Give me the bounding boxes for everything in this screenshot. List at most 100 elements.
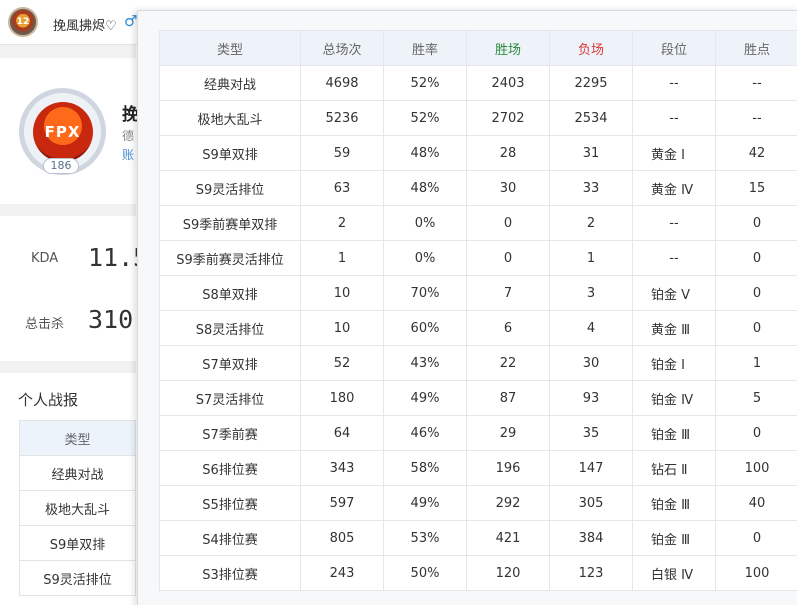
cell-total: 63 [300, 170, 384, 206]
cell-losses: 31 [549, 135, 633, 171]
cell-lp: 100 [715, 450, 797, 486]
col-header-type: 类型 [159, 30, 301, 66]
cell-total: 343 [300, 450, 384, 486]
cell-lp: 0 [715, 520, 797, 556]
cell-total: 2 [300, 205, 384, 241]
cell-type: S6排位赛 [159, 450, 301, 486]
cell-rank: 黄金 Ⅲ [632, 310, 716, 346]
cell-type: 极地大乱斗 [159, 100, 301, 136]
cell-winrate: 49% [383, 485, 467, 521]
cell-losses: 2295 [549, 65, 633, 101]
cell-lp: 42 [715, 135, 797, 171]
cell-total: 5236 [300, 100, 384, 136]
col-header-lp: 胜点 [715, 30, 797, 66]
report-row[interactable]: S9灵活排位 [19, 560, 136, 596]
cell-lp: 1 [715, 345, 797, 381]
gray-divider [0, 45, 136, 58]
cell-losses: 2 [549, 205, 633, 241]
cell-losses: 147 [549, 450, 633, 486]
cell-total: 59 [300, 135, 384, 171]
col-header-losses: 负场 [549, 30, 633, 66]
profile-account-link[interactable]: 账 [122, 146, 134, 163]
cell-lp: 0 [715, 205, 797, 241]
cell-losses: 33 [549, 170, 633, 206]
col-header-wins: 胜场 [466, 30, 550, 66]
header-avatar[interactable]: 12 [8, 7, 38, 37]
report-row[interactable]: 极地大乱斗 [19, 490, 136, 526]
cell-losses: 384 [549, 520, 633, 556]
profile-card: FPX 186 挽 德 账 [0, 58, 139, 204]
cell-winrate: 49% [383, 380, 467, 416]
cell-winrate: 52% [383, 100, 467, 136]
cell-type: S5排位赛 [159, 485, 301, 521]
cell-rank: 白银 Ⅳ [632, 555, 716, 591]
report-row[interactable]: 经典对战 [19, 455, 136, 491]
cell-winrate: 52% [383, 65, 467, 101]
table-row: 极地大乱斗 5236 52% 2702 2534 -- -- [159, 100, 797, 136]
cell-type: S3排位赛 [159, 555, 301, 591]
cell-type: S7季前赛 [159, 415, 301, 451]
table-header-row: 类型 总场次 胜率 胜场 负场 段位 胜点 [159, 30, 797, 66]
gray-divider [0, 361, 136, 373]
report-row[interactable]: S9单双排 [19, 525, 136, 561]
cell-total: 10 [300, 275, 384, 311]
cell-losses: 3 [549, 275, 633, 311]
stats-popup: 类型 总场次 胜率 胜场 负场 段位 胜点 经典对战 4698 52% 2403 229… [137, 10, 797, 605]
col-header-rank: 段位 [632, 30, 716, 66]
cell-total: 64 [300, 415, 384, 451]
cell-wins: 87 [466, 380, 550, 416]
cell-lp: -- [715, 65, 797, 101]
table-row: S5排位赛 597 49% 292 305 铂金 Ⅲ 40 [159, 485, 797, 521]
cell-rank: 铂金 Ⅰ [632, 345, 716, 381]
cell-rank: 黄金 Ⅰ [632, 135, 716, 171]
cell-type: S9季前赛单双排 [159, 205, 301, 241]
cell-wins: 0 [466, 205, 550, 241]
cell-rank: 铂金 Ⅳ [632, 380, 716, 416]
cell-total: 243 [300, 555, 384, 591]
table-row: S3排位赛 243 50% 120 123 白银 Ⅳ 100 [159, 555, 797, 591]
cell-rank: 铂金 Ⅲ [632, 485, 716, 521]
cell-winrate: 53% [383, 520, 467, 556]
cell-wins: 28 [466, 135, 550, 171]
cell-winrate: 50% [383, 555, 467, 591]
report-table: 类型 经典对战 极地大乱斗 S9单双排 S9灵活排位 [19, 420, 136, 596]
table-row: S6排位赛 343 58% 196 147 钻石 Ⅱ 100 [159, 450, 797, 486]
table-row: S9季前赛灵活排位 1 0% 0 1 -- 0 [159, 240, 797, 276]
male-gender-icon: ♂ [124, 12, 138, 30]
kills-label: 总击杀 [25, 317, 65, 332]
cell-rank: -- [632, 65, 716, 101]
cell-type: S9季前赛灵活排位 [159, 240, 301, 276]
cell-wins: 2702 [466, 100, 550, 136]
cell-losses: 30 [549, 345, 633, 381]
cell-losses: 2534 [549, 100, 633, 136]
header-nickname[interactable]: 挽風拂烬♡ [53, 15, 117, 34]
col-header-winrate: 胜率 [383, 30, 467, 66]
cell-lp: 0 [715, 310, 797, 346]
cell-wins: 196 [466, 450, 550, 486]
profile-server: 德 [122, 129, 135, 143]
cell-total: 805 [300, 520, 384, 556]
cell-winrate: 0% [383, 205, 467, 241]
cell-rank: -- [632, 100, 716, 136]
cell-wins: 0 [466, 240, 550, 276]
cell-losses: 123 [549, 555, 633, 591]
cell-type: S7灵活排位 [159, 380, 301, 416]
cell-rank: 黄金 Ⅳ [632, 170, 716, 206]
cell-type: S9灵活排位 [159, 170, 301, 206]
cell-lp: 0 [715, 275, 797, 311]
cell-lp: 5 [715, 380, 797, 416]
table-row: S8单双排 10 70% 7 3 铂金 Ⅴ0 [159, 275, 797, 311]
cell-rank: 钻石 Ⅱ [632, 450, 716, 486]
stats-table-body: 经典对战 4698 52% 2403 2295 -- -- 极地大乱斗 5236 52% 2702 2… [159, 65, 797, 591]
stats-table: 类型 总场次 胜率 胜场 负场 段位 胜点 经典对战 4698 52% 2403 229… [159, 30, 797, 591]
gray-divider [0, 204, 136, 216]
cell-winrate: 0% [383, 240, 467, 276]
cell-total: 10 [300, 310, 384, 346]
cell-type: S8灵活排位 [159, 310, 301, 346]
cell-losses: 1 [549, 240, 633, 276]
cell-rank: -- [632, 240, 716, 276]
cell-wins: 2403 [466, 65, 550, 101]
table-row: S4排位赛 805 53% 421 384 铂金 Ⅲ0 [159, 520, 797, 556]
cell-type: 经典对战 [159, 65, 301, 101]
cell-rank: -- [632, 205, 716, 241]
